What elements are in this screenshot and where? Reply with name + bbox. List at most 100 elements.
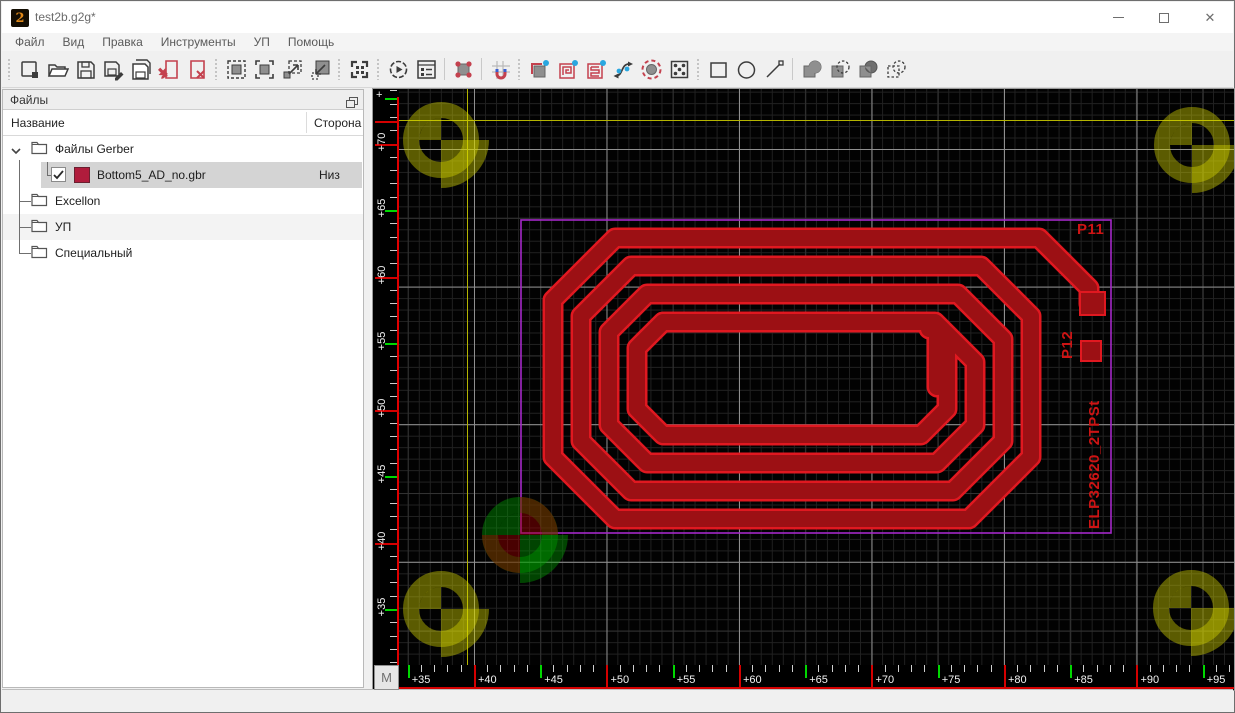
toolbar-group-handle[interactable] xyxy=(696,58,701,80)
save-file-as-button[interactable] xyxy=(99,55,127,83)
toolbar-group-handle[interactable] xyxy=(214,58,219,80)
pad-p12[interactable] xyxy=(1080,340,1102,362)
ruler-label: +90 xyxy=(1140,674,1160,686)
run-job-button[interactable] xyxy=(384,55,412,83)
ruler-tick xyxy=(1202,665,1205,678)
close-button[interactable]: ✕ xyxy=(1187,2,1233,33)
units-button[interactable]: M xyxy=(374,665,399,690)
label-part-number[interactable]: ELP32620_2TPSt xyxy=(1086,400,1103,529)
bool-intersect-button[interactable] xyxy=(853,55,881,83)
new-file-button[interactable] xyxy=(15,55,43,83)
toolbar-group-handle[interactable] xyxy=(7,58,12,80)
ruler-tick xyxy=(725,665,727,672)
ruler-tick xyxy=(390,116,397,118)
tree-item-folder[interactable]: Excellon xyxy=(3,188,363,214)
title-bar: 2 test2b.g2g* ✕ xyxy=(2,2,1233,33)
tree-item-folder[interactable]: УП xyxy=(3,214,363,240)
tree-item-file[interactable]: Bottom5_AD_no.gbr Низ xyxy=(3,162,363,188)
fiducial-marker[interactable] xyxy=(1154,107,1234,193)
new-meander-button[interactable] xyxy=(581,55,609,83)
label-p12[interactable]: P12 xyxy=(1059,331,1076,359)
new-coil-icon xyxy=(558,59,578,79)
pad-p11[interactable] xyxy=(1079,291,1106,316)
save-file-button[interactable] xyxy=(71,55,99,83)
bool-subtract-icon xyxy=(831,59,850,77)
import-file-button[interactable] xyxy=(155,55,183,83)
menu-6[interactable]: Помощь xyxy=(279,35,343,49)
new-coil-button[interactable] xyxy=(553,55,581,83)
ruler-tick xyxy=(390,196,397,198)
draw-rect-icon xyxy=(709,61,727,78)
fiducial-marker[interactable] xyxy=(403,571,489,657)
close-file-icon xyxy=(189,59,205,79)
draw-circle-icon xyxy=(737,60,755,79)
column-header-name[interactable]: Название xyxy=(11,116,65,130)
ruler-tick xyxy=(911,665,913,672)
open-file-button[interactable] xyxy=(43,55,71,83)
menu-2[interactable]: Вид xyxy=(54,35,94,49)
save-all-button[interactable] xyxy=(127,55,155,83)
menu-4[interactable]: Инструменты xyxy=(152,35,245,49)
fiducial-marker[interactable] xyxy=(1153,570,1234,656)
fiducial-marker[interactable] xyxy=(482,497,568,583)
gerber-canvas[interactable]: P11 P12 ELP32620_2TPSt xyxy=(399,89,1234,665)
ruler-tick xyxy=(390,329,397,331)
transform-object-button[interactable] xyxy=(449,55,477,83)
toolbar-group-handle[interactable] xyxy=(337,58,342,80)
column-divider[interactable] xyxy=(306,112,307,133)
ruler-tick xyxy=(858,665,860,672)
ruler-tick xyxy=(1043,665,1045,672)
draw-circle-button[interactable] xyxy=(732,55,760,83)
coil-trace[interactable] xyxy=(542,227,1100,530)
bool-subtract-button[interactable] xyxy=(825,55,853,83)
menu-3[interactable]: Правка xyxy=(93,35,152,49)
new-pad-button[interactable] xyxy=(637,55,665,83)
toolbar-group-handle[interactable] xyxy=(517,58,522,80)
job-properties-button[interactable] xyxy=(412,55,440,83)
edit-curve-button[interactable] xyxy=(609,55,637,83)
zoom-selection-button[interactable] xyxy=(222,55,250,83)
tree-header: Название Сторона xyxy=(3,110,363,136)
ruler-label: +75 xyxy=(941,674,961,686)
tree-item-folder[interactable]: Специальный xyxy=(3,240,363,266)
maximize-button[interactable] xyxy=(1141,2,1187,33)
ruler-label: +60 xyxy=(376,265,388,284)
layer-visibility-checkbox[interactable] xyxy=(51,167,66,182)
column-header-side[interactable]: Сторона xyxy=(314,116,361,130)
zoom-extents-button[interactable] xyxy=(278,55,306,83)
close-file-button[interactable] xyxy=(183,55,211,83)
bool-xor-button[interactable] xyxy=(881,55,909,83)
new-array-button[interactable] xyxy=(665,55,693,83)
ruler-tick xyxy=(553,665,555,672)
menu-5[interactable]: УП xyxy=(245,35,279,49)
layer-color-swatch[interactable] xyxy=(74,167,90,183)
new-region-button[interactable] xyxy=(525,55,553,83)
fiducial-marker[interactable] xyxy=(403,102,489,188)
folder-icon xyxy=(31,244,48,262)
toolbar-group-handle[interactable] xyxy=(376,58,381,80)
menu-1[interactable]: Файл xyxy=(6,35,54,49)
fit-all-button[interactable] xyxy=(345,55,373,83)
ruler-tick xyxy=(447,665,449,672)
new-array-icon xyxy=(670,60,688,78)
ruler-label: +50 xyxy=(376,398,388,417)
ruler-label: +35 xyxy=(376,597,388,617)
zoom-window-button[interactable] xyxy=(250,55,278,83)
ruler-label: +85 xyxy=(1074,674,1093,686)
ruler-label: +40 xyxy=(376,531,388,550)
draw-line-button[interactable] xyxy=(760,55,788,83)
bool-union-icon xyxy=(803,60,821,77)
zoom-object-button[interactable] xyxy=(306,55,334,83)
chevron-down-icon[interactable] xyxy=(11,144,21,158)
snap-grid-button[interactable] xyxy=(486,55,514,83)
ruler-label: +95 xyxy=(1206,674,1226,686)
ruler-label: +35 xyxy=(411,674,431,686)
files-panel: Файлы Название Сторона Файлы Gerber Botto… xyxy=(2,89,364,688)
label-p11[interactable]: P11 xyxy=(1077,221,1104,238)
minimize-button[interactable] xyxy=(1095,2,1141,33)
ruler-tick xyxy=(699,665,701,672)
draw-rect-button[interactable] xyxy=(704,55,732,83)
bool-union-button[interactable] xyxy=(797,55,825,83)
snap-grid-icon xyxy=(491,60,510,79)
tree-item-folder[interactable]: Файлы Gerber xyxy=(3,136,363,162)
